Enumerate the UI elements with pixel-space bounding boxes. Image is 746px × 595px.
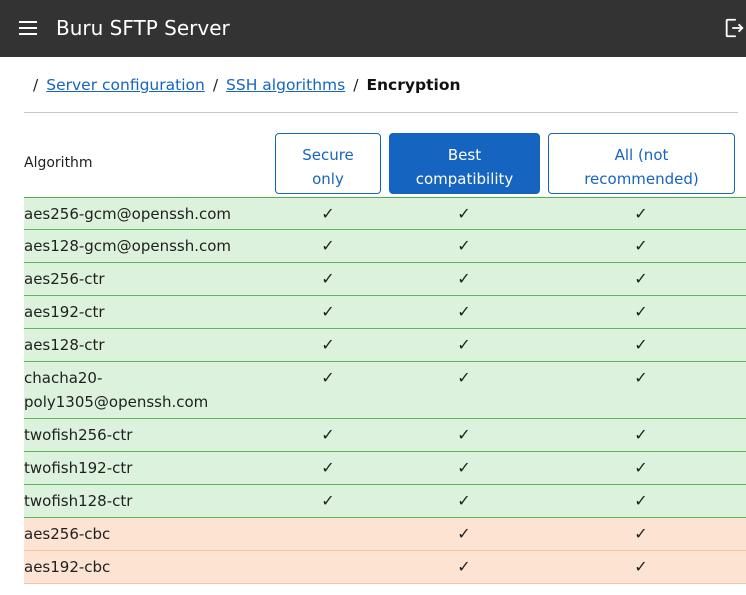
check-icon: ✓ <box>634 458 648 477</box>
check-icon: ✓ <box>457 302 471 321</box>
algorithm-name: chacha20- poly1305@openssh.com <box>24 366 244 414</box>
table-row: aes256-gcm@openssh.com ✓ ✓ ✓ <box>24 197 746 230</box>
check-icon: ✓ <box>457 425 471 444</box>
algorithm-name: twofish256-ctr <box>24 426 133 444</box>
table-header: Algorithm Secure only Best compatibility… <box>24 133 746 197</box>
breadcrumb-link-ssh-algorithms[interactable]: SSH algorithms <box>226 76 345 94</box>
check-icon: ✓ <box>634 491 648 510</box>
breadcrumb-link-server-configuration[interactable]: Server configuration <box>46 76 205 94</box>
breadcrumb-separator: / <box>33 76 39 94</box>
check-icon: ✓ <box>321 458 335 477</box>
breadcrumb-separator: / <box>353 76 359 94</box>
check-icon: ✓ <box>457 557 471 576</box>
check-icon: ✓ <box>457 368 471 387</box>
divider <box>24 112 738 113</box>
app-bar: Buru SFTP Server <box>0 0 746 57</box>
table-row: twofish256-ctr ✓ ✓ ✓ <box>24 419 746 452</box>
algorithm-name: aes256-gcm@openssh.com <box>24 205 232 223</box>
check-icon: ✓ <box>457 269 471 288</box>
table-row: aes128-ctr ✓ ✓ ✓ <box>24 329 746 362</box>
check-icon: ✓ <box>457 458 471 477</box>
table-row: twofish192-ctr ✓ ✓ ✓ <box>24 452 746 485</box>
check-icon: ✓ <box>634 204 648 223</box>
check-icon: ✓ <box>321 269 335 288</box>
check-icon: ✓ <box>634 302 648 321</box>
check-icon: ✓ <box>634 269 648 288</box>
check-icon: ✓ <box>321 491 335 510</box>
check-icon: ✓ <box>634 425 648 444</box>
check-icon: ✓ <box>321 425 335 444</box>
table-row: aes192-cbc ✓ ✓ <box>24 551 746 584</box>
algorithm-name: aes128-ctr <box>24 336 105 354</box>
check-icon: ✓ <box>457 491 471 510</box>
check-icon: ✓ <box>634 557 648 576</box>
check-icon: ✓ <box>457 236 471 255</box>
algorithm-name: twofish192-ctr <box>24 459 133 477</box>
algorithm-name-line: chacha20- <box>24 369 103 387</box>
algorithm-name: aes128-gcm@openssh.com <box>24 237 232 255</box>
algorithm-table: Algorithm Secure only Best compatibility… <box>24 133 746 584</box>
menu-icon[interactable] <box>19 20 37 36</box>
check-icon: ✓ <box>634 524 648 543</box>
algorithm-name: aes256-cbc <box>24 525 111 543</box>
table-row: aes192-ctr ✓ ✓ ✓ <box>24 296 746 329</box>
check-icon: ✓ <box>457 524 471 543</box>
algorithm-name: twofish128-ctr <box>24 492 133 510</box>
best-compatibility-button[interactable]: Best compatibility <box>389 133 540 194</box>
algorithm-name: aes192-ctr <box>24 303 105 321</box>
app-title: Buru SFTP Server <box>56 16 230 40</box>
table-body: aes256-gcm@openssh.com ✓ ✓ ✓ aes128-gcm@open… <box>24 197 746 584</box>
algorithm-name-line: poly1305@openssh.com <box>24 393 209 411</box>
check-icon: ✓ <box>457 204 471 223</box>
all-not-recommended-line1: All (not <box>614 146 669 164</box>
best-compatibility-line1: Best <box>447 146 482 164</box>
logout-icon[interactable] <box>723 17 745 39</box>
all-not-recommended-line2: recommended) <box>584 170 699 188</box>
breadcrumb-separator: / <box>212 76 219 94</box>
check-icon: ✓ <box>321 368 335 387</box>
breadcrumb: / Server configuration / SSH algorithms / Enc… <box>33 74 461 96</box>
check-icon: ✓ <box>321 302 335 321</box>
check-icon: ✓ <box>321 204 335 223</box>
check-icon: ✓ <box>634 335 648 354</box>
check-icon: ✓ <box>634 368 648 387</box>
algorithm-name: aes192-cbc <box>24 558 111 576</box>
table-row: aes256-cbc ✓ ✓ <box>24 518 746 551</box>
table-row: chacha20- poly1305@openssh.com ✓ ✓ ✓ <box>24 362 746 419</box>
check-icon: ✓ <box>321 335 335 354</box>
secure-only-line2: only <box>312 170 344 188</box>
all-not-recommended-button[interactable]: All (not recommended) <box>548 133 735 194</box>
column-header-algorithm: Algorithm <box>24 155 93 171</box>
secure-only-line1: Secure <box>302 146 354 164</box>
table-row: twofish128-ctr ✓ ✓ ✓ <box>24 485 746 518</box>
table-row: aes128-gcm@openssh.com ✓ ✓ ✓ <box>24 230 746 263</box>
secure-only-button[interactable]: Secure only <box>275 133 381 194</box>
best-compatibility-line2: compatibility <box>415 170 514 188</box>
breadcrumb-current: Encryption <box>366 76 461 94</box>
check-icon: ✓ <box>457 335 471 354</box>
check-icon: ✓ <box>321 236 335 255</box>
check-icon: ✓ <box>634 236 648 255</box>
algorithm-name: aes256-ctr <box>24 270 105 288</box>
table-row: aes256-ctr ✓ ✓ ✓ <box>24 263 746 296</box>
